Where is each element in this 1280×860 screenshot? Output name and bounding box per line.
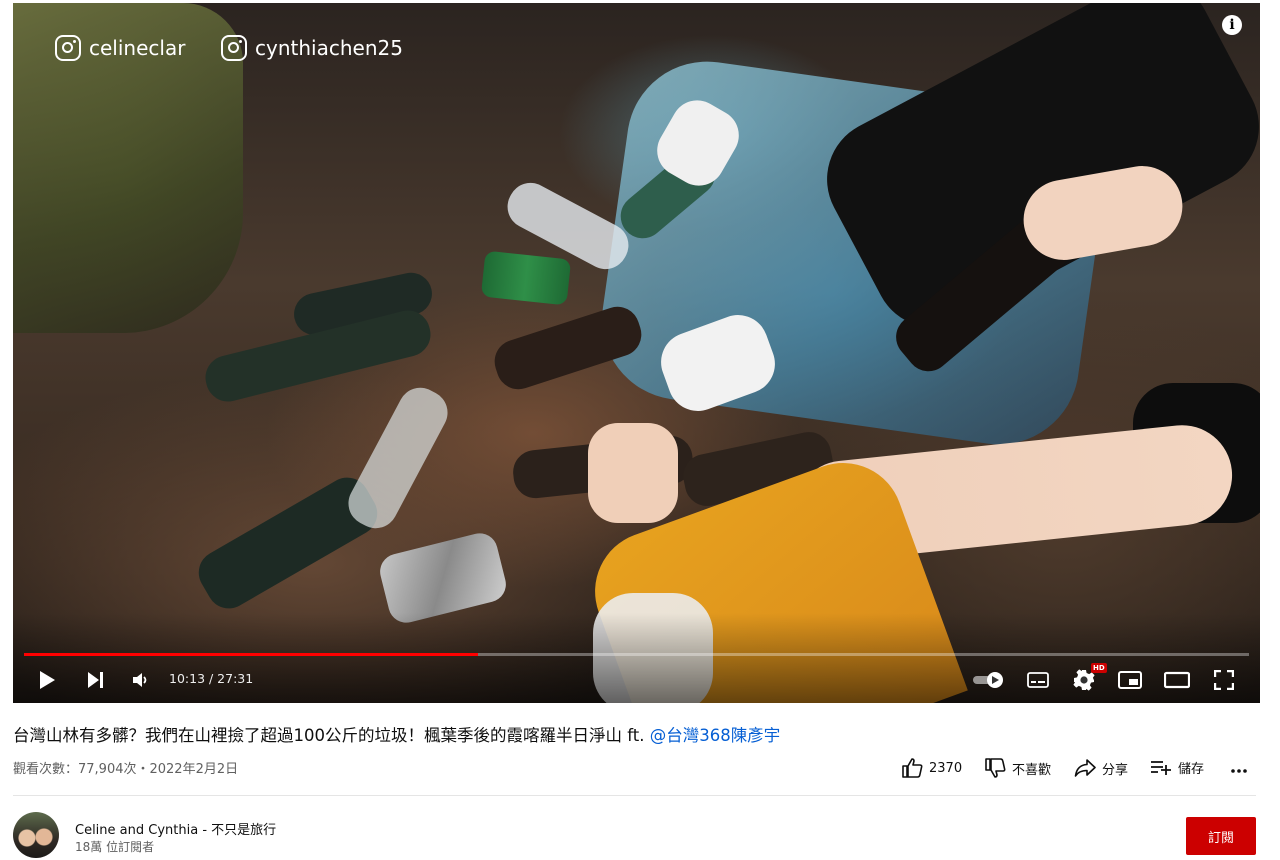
miniplayer-button[interactable] (1115, 667, 1145, 693)
channel-name[interactable]: Celine and Cynthia - 不只是旅行 (75, 819, 276, 838)
playlist-add-icon (1151, 760, 1171, 775)
instagram-icon (221, 35, 247, 61)
instagram-watermark: cynthiachen25 (221, 35, 403, 61)
fullscreen-button[interactable] (1209, 667, 1239, 693)
theater-mode-button[interactable] (1162, 667, 1192, 693)
like-count: 2370 (929, 760, 963, 776)
dislike-label: 不喜歡 (1012, 762, 1052, 778)
crushed-can-shape (376, 529, 510, 627)
can-shape (480, 250, 572, 306)
info-icon[interactable]: i (1222, 15, 1242, 35)
watermark-handle: cynthiachen25 (255, 36, 403, 60)
watermark-handle: celineclar (89, 36, 186, 60)
subtitles-button[interactable] (1023, 667, 1053, 693)
volume-button[interactable] (126, 667, 154, 693)
theater-mode-icon (1164, 671, 1190, 689)
video-title: 台灣山林有多髒？我們在山裡撿了超過100公斤的垃圾！楓葉季後的霞喀羅半日淨山 f… (13, 722, 780, 746)
video-title-text: 台灣山林有多髒？我們在山裡撿了超過100公斤的垃圾！楓葉季後的霞喀羅半日淨山 f… (13, 726, 650, 745)
instagram-watermark: celineclar (55, 35, 185, 61)
view-count-date: 觀看次數：77,904次・2022年2月2日 (13, 762, 239, 777)
video-frame[interactable] (13, 3, 1260, 703)
bottle-shape (340, 380, 456, 536)
next-button[interactable] (81, 667, 109, 693)
divider (13, 795, 1256, 796)
volume-icon (133, 673, 147, 687)
progress-played (24, 653, 479, 656)
miniplayer-icon (1118, 671, 1142, 689)
time-display: 10:13 / 27:31 (169, 671, 254, 686)
like-button[interactable]: 2370 (901, 758, 962, 778)
more-actions-button[interactable] (1229, 758, 1249, 778)
more-horizontal-icon (1231, 769, 1247, 773)
channel-mention-link[interactable]: @台灣368陳彥宇 (650, 726, 781, 745)
save-button[interactable]: 儲存 (1150, 758, 1204, 777)
video-player[interactable]: celineclar cynthiachen25 i 10:13 / 27:31… (13, 3, 1260, 703)
play-button[interactable] (33, 667, 61, 693)
fullscreen-icon (1214, 670, 1234, 690)
channel-avatar[interactable] (13, 812, 59, 858)
play-icon (40, 671, 55, 689)
save-label: 儲存 (1178, 762, 1205, 777)
subtitles-icon (1027, 672, 1049, 688)
bottle-shape (488, 301, 648, 395)
share-button[interactable]: 分享 (1074, 758, 1128, 778)
hand-shape (588, 423, 678, 523)
dislike-button[interactable]: 不喜歡 (984, 758, 1051, 778)
share-icon (1074, 759, 1096, 777)
thumbs-up-icon (902, 758, 923, 778)
autoplay-toggle[interactable] (968, 667, 1010, 693)
thumbs-down-icon (985, 758, 1006, 778)
share-label: 分享 (1102, 762, 1129, 778)
autoplay-toggle-icon (973, 672, 1003, 688)
subscriber-count: 18萬 位訂閱者 (75, 840, 155, 854)
next-icon (88, 672, 103, 688)
subscribe-button[interactable]: 訂閱 (1186, 817, 1256, 855)
progress-bar[interactable] (24, 653, 1249, 656)
instagram-icon (55, 35, 81, 61)
hd-badge: HD (1091, 663, 1107, 673)
